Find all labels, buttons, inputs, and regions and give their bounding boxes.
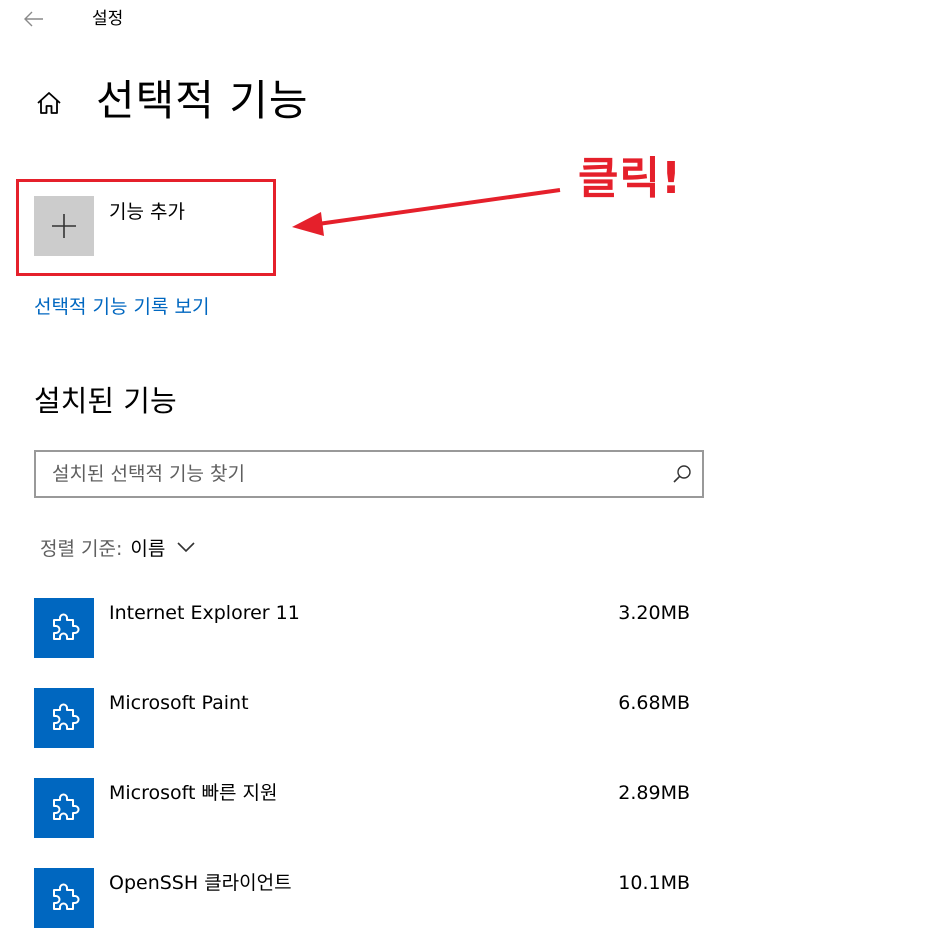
home-button[interactable] <box>30 84 68 122</box>
feature-item[interactable]: Internet Explorer 11 3.20MB <box>34 598 694 660</box>
feature-tile <box>34 598 94 658</box>
installed-features-heading: 설치된 기능 <box>34 384 177 418</box>
feature-size: 2.89MB <box>618 782 690 804</box>
sort-dropdown[interactable]: 정렬 기준: 이름 <box>40 532 195 562</box>
annotation-highlight-box <box>16 179 276 276</box>
sort-value: 이름 <box>130 537 166 560</box>
back-button[interactable] <box>14 0 54 38</box>
feature-size: 10.1MB <box>618 872 690 894</box>
feature-name: Microsoft 빠른 지원 <box>109 782 278 804</box>
feature-name: OpenSSH 클라이언트 <box>109 872 292 894</box>
feature-item[interactable]: OpenSSH 클라이언트 10.1MB <box>34 868 694 930</box>
search-box <box>34 450 704 498</box>
page-title: 선택적 기능 <box>96 76 309 125</box>
annotation-text: 클릭! <box>578 153 683 204</box>
optional-features-history-link[interactable]: 선택적 기능 기록 보기 <box>34 293 209 321</box>
puzzle-piece-icon <box>53 703 80 730</box>
feature-tile <box>34 778 94 838</box>
feature-name: Microsoft Paint <box>109 692 249 714</box>
puzzle-piece-icon <box>53 793 80 820</box>
sort-label: 정렬 기준: <box>40 537 123 560</box>
feature-size: 3.20MB <box>618 602 690 624</box>
feature-item[interactable]: Microsoft Paint 6.68MB <box>34 688 694 750</box>
feature-name: Internet Explorer 11 <box>109 602 300 624</box>
search-icon[interactable] <box>672 464 692 484</box>
back-arrow-icon <box>24 11 43 27</box>
home-icon <box>37 92 61 114</box>
feature-item[interactable]: Microsoft 빠른 지원 2.89MB <box>34 778 694 840</box>
feature-tile <box>34 688 94 748</box>
feature-tile <box>34 868 94 928</box>
window-title: 설정 <box>92 9 124 29</box>
puzzle-piece-icon <box>53 883 80 910</box>
chevron-down-icon <box>177 542 195 553</box>
search-input[interactable] <box>36 452 656 496</box>
puzzle-piece-icon <box>53 613 80 640</box>
annotation-arrow-icon <box>292 188 561 236</box>
feature-size: 6.68MB <box>618 692 690 714</box>
